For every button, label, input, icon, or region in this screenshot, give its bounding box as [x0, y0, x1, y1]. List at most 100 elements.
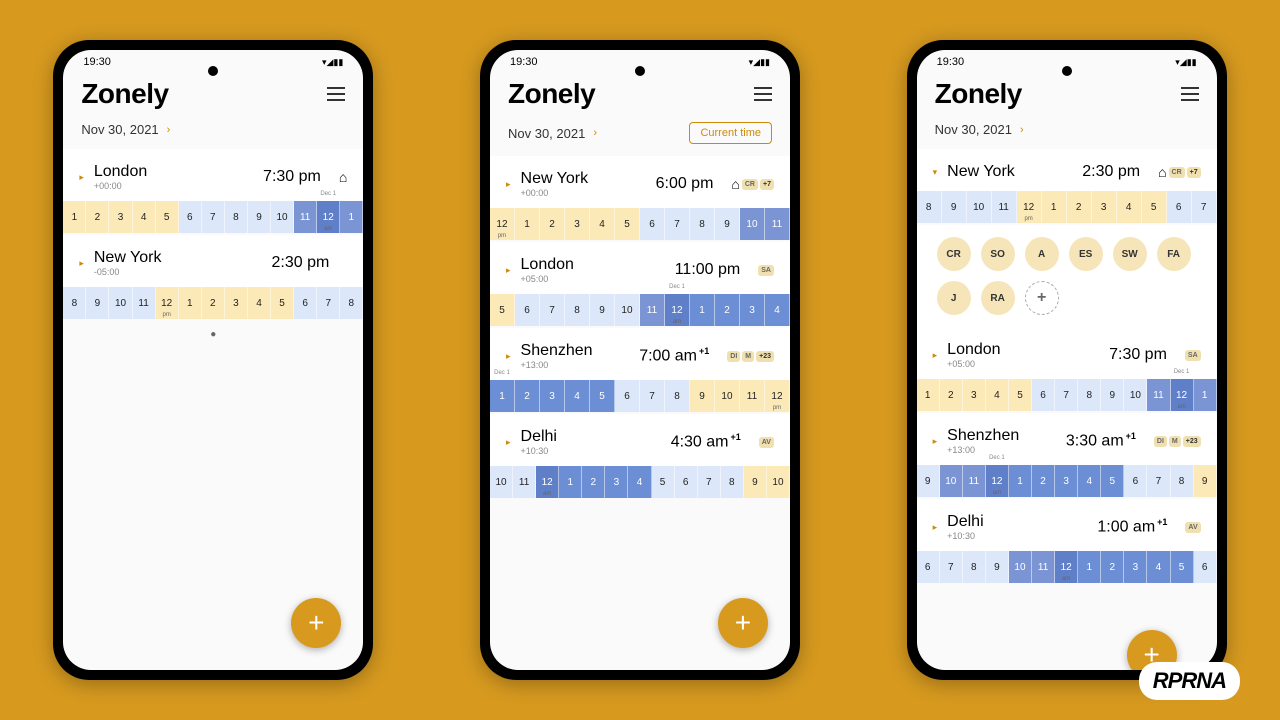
timeline[interactable]: 567891011Dec 112am1234 [490, 294, 790, 326]
hour-cell[interactable]: Dec 112am [1171, 379, 1194, 411]
hour-cell[interactable]: 7 [665, 208, 690, 240]
hour-cell[interactable]: 2 [1032, 465, 1055, 497]
hour-cell[interactable]: 1 [515, 208, 540, 240]
city-header[interactable]: ▸ Delhi +10:30 1:00 am+1 AV [917, 499, 1217, 551]
avatar-chip[interactable]: SO [981, 237, 1015, 271]
hour-cell[interactable]: 1 [690, 294, 715, 326]
hour-cell[interactable]: 7 [1055, 379, 1078, 411]
hour-cell[interactable]: 3 [225, 287, 248, 319]
timeline[interactable]: 89101112pm12345678 [63, 287, 363, 319]
hour-cell[interactable]: 12am [536, 466, 559, 498]
hour-cell[interactable]: 4 [1147, 551, 1170, 583]
hour-cell[interactable]: 11 [513, 466, 536, 498]
hour-cell[interactable]: 12pm [156, 287, 179, 319]
hour-cell[interactable]: 4 [1117, 191, 1142, 223]
avatar-chip[interactable]: RA [981, 281, 1015, 315]
date-picker[interactable]: Nov 30, 2021 › [935, 122, 1024, 137]
hour-cell[interactable]: 5 [1009, 379, 1032, 411]
hour-cell[interactable]: 6 [294, 287, 317, 319]
hour-cell[interactable]: Dec 112am [986, 465, 1009, 497]
avatar-chip[interactable]: CR [937, 237, 971, 271]
hour-cell[interactable]: 9 [86, 287, 109, 319]
hour-cell[interactable]: 4 [590, 208, 615, 240]
hour-cell[interactable]: 8 [963, 551, 986, 583]
hour-cell[interactable]: 1 [1078, 551, 1101, 583]
hour-cell[interactable]: 11 [1147, 379, 1170, 411]
hour-cell[interactable]: 4 [565, 380, 590, 412]
date-picker[interactable]: Nov 30, 2021 › [81, 122, 170, 137]
hour-cell[interactable]: 9 [248, 201, 271, 233]
hour-cell[interactable]: 10 [490, 466, 513, 498]
hour-cell[interactable]: 11 [133, 287, 156, 319]
timeline[interactable]: 101112am12345678910 [490, 466, 790, 498]
hour-cell[interactable]: 3 [1092, 191, 1117, 223]
city-header[interactable]: ▸ Delhi +10:30 4:30 am+1 AV [490, 414, 790, 466]
hour-cell[interactable]: 1 [1009, 465, 1032, 497]
hour-cell[interactable]: 5 [615, 208, 640, 240]
city-header[interactable]: ▸ New York -05:00 2:30 pm [63, 235, 363, 287]
hour-cell[interactable]: 4 [1078, 465, 1101, 497]
hour-cell[interactable]: 1 [340, 201, 363, 233]
hour-cell[interactable]: 10 [740, 208, 765, 240]
hour-cell[interactable]: 9 [690, 380, 715, 412]
hour-cell[interactable]: 4 [248, 287, 271, 319]
hour-cell[interactable]: 9 [917, 465, 940, 497]
hour-cell[interactable]: 7 [1192, 191, 1217, 223]
hour-cell[interactable]: 7 [1147, 465, 1170, 497]
hour-cell[interactable]: 10 [271, 201, 294, 233]
hour-cell[interactable]: 3 [540, 380, 565, 412]
hour-cell[interactable]: 3 [605, 466, 628, 498]
hour-cell[interactable]: 5 [490, 294, 515, 326]
hour-cell[interactable]: 4 [986, 379, 1009, 411]
add-button[interactable]: + [291, 598, 341, 648]
hour-cell[interactable]: 9 [590, 294, 615, 326]
hour-cell[interactable]: 8 [917, 191, 942, 223]
current-time-button[interactable]: Current time [689, 122, 772, 144]
hour-cell[interactable]: 7 [540, 294, 565, 326]
timeline[interactable]: 1234567891011Dec 112am1 [63, 201, 363, 233]
hour-cell[interactable]: 5 [1171, 551, 1194, 583]
hour-cell[interactable]: 8 [225, 201, 248, 233]
hour-cell[interactable]: 4 [628, 466, 651, 498]
hour-cell[interactable]: 5 [156, 201, 179, 233]
hour-cell[interactable]: 12pm [490, 208, 515, 240]
timeline[interactable]: 89101112pm1234567 [917, 191, 1217, 223]
hour-cell[interactable]: 7 [202, 201, 225, 233]
hour-cell[interactable]: 6 [1167, 191, 1192, 223]
hour-cell[interactable]: 3 [565, 208, 590, 240]
hour-cell[interactable]: 7 [940, 551, 963, 583]
menu-icon[interactable] [327, 87, 345, 101]
hour-cell[interactable]: 1 [1042, 191, 1067, 223]
hour-cell[interactable]: 2 [940, 379, 963, 411]
hour-cell[interactable]: 11 [740, 380, 765, 412]
hour-cell[interactable]: 1 [1194, 379, 1217, 411]
hour-cell[interactable]: 8 [690, 208, 715, 240]
hour-cell[interactable]: 3 [1055, 465, 1078, 497]
hour-cell[interactable]: 6 [640, 208, 665, 240]
hour-cell[interactable]: 6 [917, 551, 940, 583]
hour-cell[interactable]: 11 [765, 208, 790, 240]
timeline[interactable]: 6789101112am123456 [917, 551, 1217, 583]
hour-cell[interactable]: 8 [340, 287, 363, 319]
hour-cell[interactable]: Dec 112am [317, 201, 340, 233]
hour-cell[interactable]: 8 [63, 287, 86, 319]
hour-cell[interactable]: 2 [1101, 551, 1124, 583]
avatar-chip[interactable]: ES [1069, 237, 1103, 271]
hour-cell[interactable]: 1 [179, 287, 202, 319]
hour-cell[interactable]: 10 [615, 294, 640, 326]
timeline[interactable]: 1234567891011Dec 112am1 [917, 379, 1217, 411]
hour-cell[interactable]: 9 [1194, 465, 1217, 497]
hour-cell[interactable]: 10 [109, 287, 132, 319]
hour-cell[interactable]: 3 [740, 294, 765, 326]
hour-cell[interactable]: 11 [963, 465, 986, 497]
city-header[interactable]: ▸ Shenzhen +13:00 3:30 am+1 DIM+23 [917, 413, 1217, 465]
hour-cell[interactable]: 4 [765, 294, 790, 326]
hour-cell[interactable]: 7 [640, 380, 665, 412]
hour-cell[interactable]: 8 [565, 294, 590, 326]
hour-cell[interactable]: 10 [715, 380, 740, 412]
city-header[interactable]: ▸ London +00:00 7:30 pm ⌂ [63, 149, 363, 201]
hour-cell[interactable]: 2 [86, 201, 109, 233]
city-header[interactable]: ▸ London +05:00 11:00 pm SA [490, 242, 790, 294]
hour-cell[interactable]: 3 [109, 201, 132, 233]
menu-icon[interactable] [754, 87, 772, 101]
